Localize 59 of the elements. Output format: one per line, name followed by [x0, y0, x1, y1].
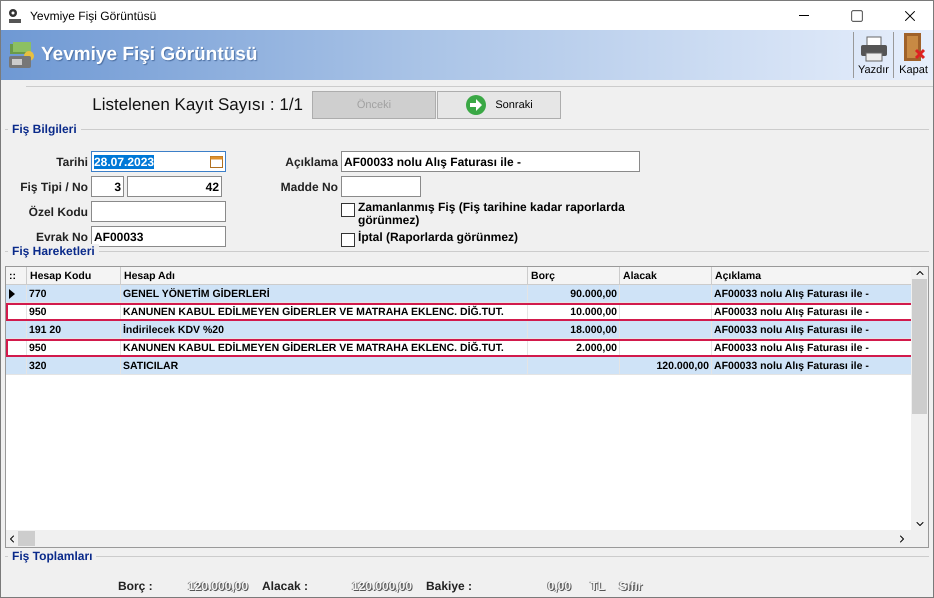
cash-register-icon: [7, 40, 37, 70]
table-row[interactable]: 770 GENEL YÖNETİM GİDERLERİ 90.000,00 AF00033 nolu Alış Faturası ile -: [6, 284, 911, 302]
balance-status: Sıfır: [619, 579, 644, 593]
group-title: Fiş Toplamları: [8, 549, 96, 563]
total-label: Alacak :: [262, 579, 310, 593]
input-field[interactable]: 42: [127, 176, 222, 197]
field-label: Madde No: [280, 180, 338, 194]
page-title: Yevmiye Fişi Görüntüsü: [41, 44, 258, 66]
input-field[interactable]: [91, 201, 226, 222]
record-count: Listelenen Kayıt Sayısı : 1/1: [91, 95, 303, 115]
checkbox[interactable]: [341, 233, 355, 247]
field-label: Fiş Tipi / No: [19, 180, 88, 194]
column-header[interactable]: Hesap Adı: [120, 267, 528, 284]
checkbox[interactable]: [341, 203, 355, 217]
arrow-right-icon: [465, 94, 488, 116]
column-header[interactable]: Açıklama: [712, 267, 911, 284]
total-value: 120.000,00: [186, 579, 248, 593]
table-cell: SATICILAR: [120, 356, 528, 374]
column-header[interactable]: Alacak: [620, 267, 712, 284]
input-field[interactable]: AF00033: [91, 226, 226, 247]
table-row[interactable]: 320 SATICILAR 120.000,00 AF00033 nolu Alış Faturası ile -: [6, 356, 911, 374]
vertical-scrollbar[interactable]: [911, 267, 928, 530]
total-value: 120.000,00: [350, 579, 412, 593]
field-label: Özel Kodu: [28, 204, 88, 218]
input-field[interactable]: AF00033 nolu Alış Faturası ile -: [341, 151, 640, 172]
field-label: Tarihi: [55, 154, 88, 168]
table-row[interactable]: 191 20 İndirilecek KDV %20 18.000,00 AF00033 nolu Alış Faturası ile -: [6, 320, 911, 338]
total-value: 0,00: [546, 579, 571, 593]
column-header[interactable]: Hesap Kodu: [26, 267, 120, 284]
group-title: Fiş Hareketleri: [8, 244, 99, 258]
checkbox-label: İptal (Raporlarda görünmez): [358, 231, 520, 244]
input-field[interactable]: 3: [91, 176, 124, 197]
field-label: Evrak No: [34, 230, 88, 244]
scroll-thumb[interactable]: [18, 531, 35, 546]
field-label: Açıklama: [284, 154, 338, 168]
scroll-thumb[interactable]: [912, 279, 927, 414]
currency-label: TL: [588, 579, 605, 593]
total-label: Borç :: [118, 579, 154, 593]
table-row[interactable]: 950 KANUNEN KABUL EDİLMEYEN GİDERLER VE MATRAHA EKLENC. DİĞ.TUT. 10.000,00 AF00033 nolu Alış Faturası ile -: [6, 302, 911, 320]
table-cell: 320: [26, 356, 120, 374]
exit-button[interactable]: Kapat: [893, 32, 933, 78]
maximize-icon: [850, 8, 864, 22]
minimize-icon: [799, 15, 809, 16]
calendar-icon[interactable]: [210, 155, 223, 168]
app-icon: [7, 8, 23, 24]
date-field[interactable]: 28.07.2023: [91, 151, 226, 172]
window-title: Yevmiye Fişi Görüntüsü: [30, 8, 158, 22]
input-field[interactable]: [341, 176, 421, 197]
checkbox-label: Zamanlanmış Fiş (Fiş tarihine kadar raporlarda görünmez): [358, 201, 626, 227]
group-title: Fiş Bilgileri: [8, 122, 81, 136]
next-button[interactable]: Sonraki: [437, 91, 561, 119]
table-row[interactable]: 950 KANUNEN KABUL EDİLMEYEN GİDERLER VE MATRAHA EKLENC. DİĞ.TUT. 2.000,00 AF00033 nolu Alış Faturası ile -: [6, 338, 911, 356]
horizontal-scrollbar[interactable]: [6, 530, 928, 547]
printer-icon: [858, 36, 888, 62]
column-header[interactable]: ::: [6, 267, 26, 284]
table-cell: 120.000,00: [620, 356, 712, 374]
print-button[interactable]: Yazdır: [853, 32, 893, 78]
column-header[interactable]: Borç: [528, 267, 620, 284]
total-label: Bakiye :: [426, 579, 474, 593]
